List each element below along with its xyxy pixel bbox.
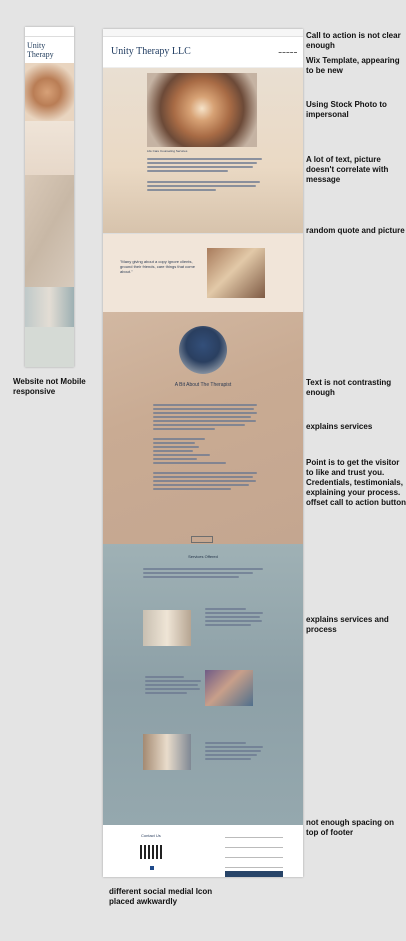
note-not-responsive: Website not Mobile responsive bbox=[13, 377, 86, 396]
site-footer: Contact Us bbox=[103, 825, 303, 877]
site-logo[interactable]: Unity Therapy LLC bbox=[111, 46, 191, 57]
note-trust: Point is to get the visitor to like and … bbox=[306, 458, 406, 507]
services-intro-lines bbox=[143, 566, 263, 580]
note-wix: Wix Template, appearing to be new bbox=[306, 56, 400, 75]
service-photo-1 bbox=[143, 610, 191, 646]
quote-photo bbox=[207, 248, 265, 298]
note-services-process: explains services and process bbox=[306, 615, 389, 634]
footer-input-2[interactable] bbox=[225, 843, 283, 848]
mobile-services-photo bbox=[25, 287, 74, 327]
note-cta: Call to action is not clear enough bbox=[306, 31, 401, 50]
hero-text-lines bbox=[147, 156, 262, 193]
footer-submit-button[interactable] bbox=[225, 871, 283, 877]
service-2-lines bbox=[145, 674, 201, 696]
quote-section: "Many giving about a copy ignore clients… bbox=[103, 233, 303, 312]
service-1-lines bbox=[205, 606, 263, 628]
about-cta-button[interactable] bbox=[191, 536, 213, 543]
footer-input-3[interactable] bbox=[225, 853, 283, 858]
services-title: Services Offered bbox=[188, 554, 218, 559]
social-icon[interactable] bbox=[150, 866, 154, 870]
note-explains-services: explains services bbox=[306, 422, 373, 431]
footer-title: Contact Us bbox=[141, 833, 161, 838]
mobile-bottom-section bbox=[25, 327, 74, 367]
wix-banner[interactable] bbox=[103, 29, 303, 37]
note-contrast: Text is not contrasting enough bbox=[306, 378, 392, 397]
note-stock-photo: Using Stock Photo to impersonal bbox=[306, 100, 387, 119]
site-header: Unity Therapy LLC ▬ ▬ ▬ ▬ ▬ bbox=[103, 37, 303, 68]
footer-input-4[interactable] bbox=[225, 863, 283, 868]
note-footer-spacing: not enough spacing on top of footer bbox=[306, 818, 394, 837]
mobile-hero-photo bbox=[25, 63, 74, 121]
service-photo-2 bbox=[205, 670, 253, 706]
mobile-keyboard-background bbox=[25, 175, 74, 287]
service-photo-3 bbox=[143, 734, 191, 770]
mobile-text-block bbox=[25, 121, 74, 175]
service-3-lines bbox=[205, 740, 263, 762]
about-text-lines bbox=[153, 402, 257, 492]
therapist-photo bbox=[179, 326, 227, 374]
site-nav[interactable]: ▬ ▬ ▬ ▬ ▬ bbox=[279, 50, 297, 54]
quote-text: "Many giving about a copy ignore clients… bbox=[120, 259, 195, 274]
desktop-preview: Unity Therapy LLC ▬ ▬ ▬ ▬ ▬ Life Care Co… bbox=[103, 29, 303, 877]
footer-input-1[interactable] bbox=[225, 833, 283, 838]
note-social-icon: different social medial Icon placed awkw… bbox=[109, 887, 213, 906]
services-section: Services Offered bbox=[103, 544, 303, 825]
hero-subtitle: Life Care Counseling Services bbox=[147, 149, 188, 153]
hero-section: Life Care Counseling Services bbox=[103, 68, 303, 233]
about-title: A Bit About The Therapist bbox=[174, 382, 232, 388]
footer-logos bbox=[140, 845, 162, 859]
stock-hero-photo bbox=[147, 73, 257, 147]
mobile-preview: Unity Therapy bbox=[25, 27, 74, 367]
note-too-much-text: A lot of text, picture doesn't correlate… bbox=[306, 155, 389, 184]
about-section: A Bit About The Therapist bbox=[103, 312, 303, 544]
mobile-site-title: Unity Therapy bbox=[25, 37, 74, 63]
mobile-wix-bar bbox=[25, 27, 74, 37]
note-random-quote: random quote and picture bbox=[306, 226, 405, 235]
